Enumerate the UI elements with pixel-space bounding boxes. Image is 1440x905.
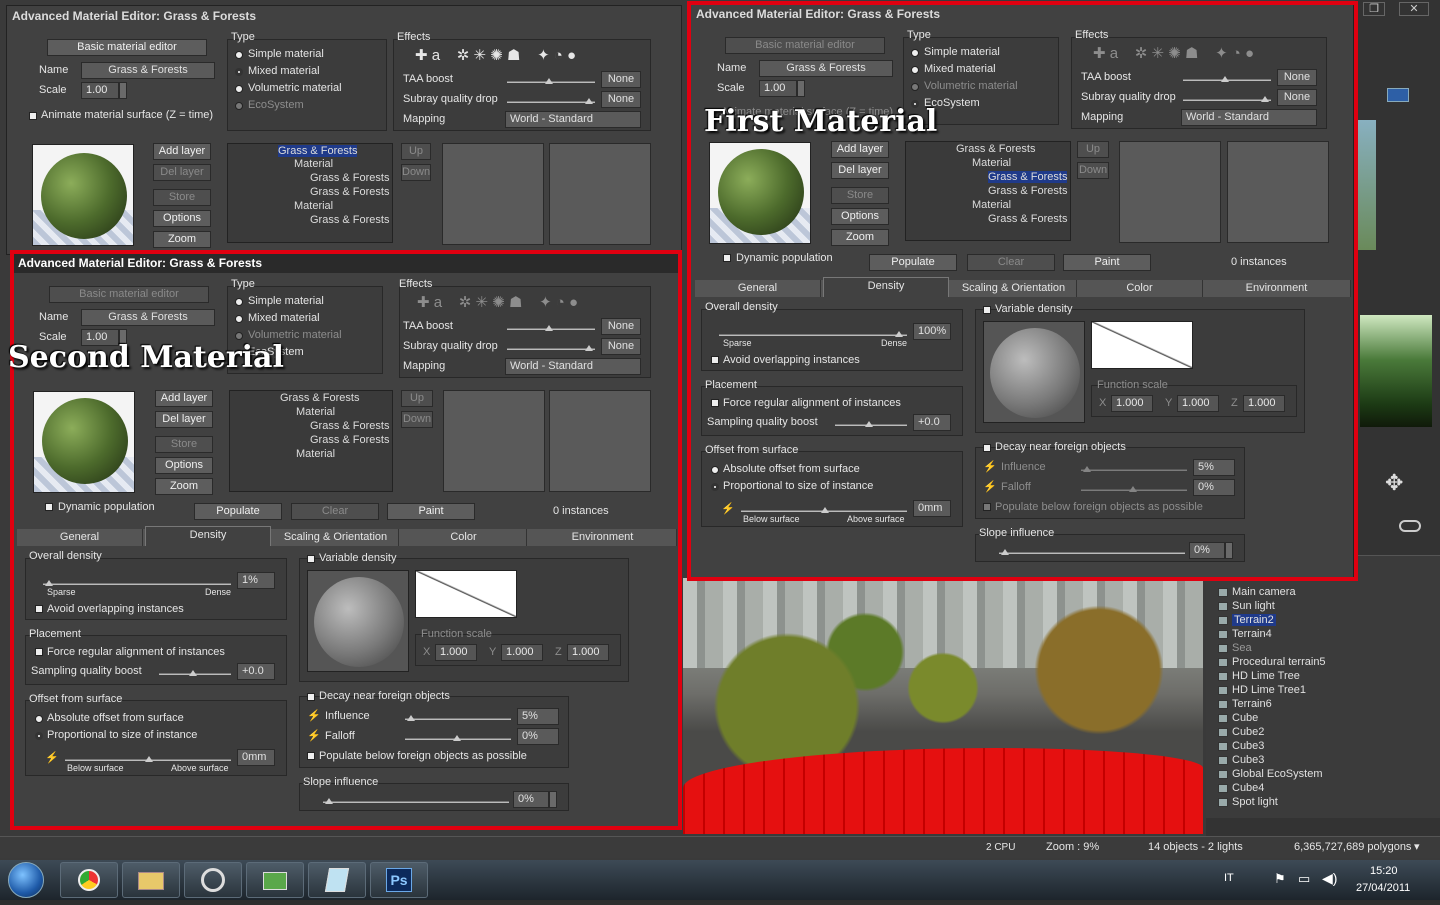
editor-window-back: Advanced Material Editor: Grass & Forest… — [6, 5, 682, 255]
link-icon[interactable] — [1399, 520, 1421, 532]
type-simple-label: Simple material — [248, 48, 324, 60]
type-volumetric-label: Volumetric material — [248, 82, 342, 94]
render-viewport[interactable] — [683, 578, 1203, 834]
flag-icon[interactable]: ⚑ — [1274, 871, 1286, 887]
zoom-label: Zoom : 9% — [1046, 841, 1100, 853]
right-panel: ❐ ✕ ✥ — [1355, 0, 1440, 560]
scene-item[interactable]: Sun light — [1218, 600, 1275, 612]
scene-item[interactable]: HD Lime Tree1 — [1218, 684, 1306, 696]
window-close-icon[interactable]: ✕ — [1399, 2, 1429, 16]
terrain-wireframe — [683, 748, 1203, 834]
zoom-button[interactable]: Zoom — [153, 231, 211, 248]
scene-item[interactable]: Cube — [1218, 712, 1258, 724]
chrome-icon[interactable] — [60, 862, 118, 898]
volume-icon[interactable]: ◀) — [1322, 870, 1337, 887]
basic-editor-button[interactable]: Basic material editor — [47, 39, 207, 56]
scene-item[interactable]: HD Lime Tree — [1218, 670, 1300, 682]
objects-label: 14 objects - 2 lights — [1148, 841, 1243, 853]
scene-item[interactable]: Cube3 — [1218, 740, 1264, 752]
object-list-toolbar — [1206, 818, 1440, 836]
scene-item[interactable]: Cube3 — [1218, 754, 1264, 766]
scene-item[interactable]: Cube4 — [1218, 782, 1264, 794]
type-title: Type — [231, 31, 255, 43]
status-bar: 2 CPU Zoom : 9% 14 objects - 2 lights 6,… — [0, 836, 1440, 858]
scale-label: Scale — [39, 84, 67, 96]
down-button[interactable]: Down — [401, 164, 431, 181]
type-ecosystem-radio[interactable] — [235, 102, 243, 110]
mapping-select[interactable]: World - Standard — [505, 111, 641, 128]
tree-item[interactable]: Material — [294, 200, 333, 212]
scene-item[interactable]: Terrain6 — [1218, 698, 1272, 710]
tree-item[interactable]: Grass & Forests — [278, 145, 358, 157]
tree-item[interactable]: Grass & Forests — [310, 172, 389, 184]
up-button[interactable]: Up — [401, 143, 431, 160]
network-icon[interactable] — [246, 862, 304, 898]
first-material-label: First Material — [704, 104, 938, 139]
highlight-frame-second — [10, 250, 682, 830]
options-button[interactable]: Options — [153, 210, 211, 227]
language-indicator[interactable]: IT — [1224, 872, 1234, 884]
layer-swatch-1 — [442, 143, 544, 245]
render-preview-small — [1358, 120, 1376, 250]
second-material-label: Second Material — [8, 340, 284, 375]
taa-slider[interactable] — [507, 78, 595, 84]
scene-item[interactable]: Main camera — [1218, 586, 1296, 598]
type-simple-radio[interactable] — [235, 51, 243, 59]
del-layer-button[interactable]: Del layer — [153, 164, 211, 181]
subray-slider[interactable] — [507, 98, 595, 104]
windows-start-icon[interactable] — [8, 862, 44, 898]
scene-item[interactable]: Spot light — [1218, 796, 1278, 808]
scene-item[interactable]: Global EcoSystem — [1218, 768, 1322, 780]
effects-title: Effects — [397, 31, 431, 43]
move-icon[interactable]: ✥ — [1385, 470, 1403, 496]
clock-date[interactable]: 27/04/2011 — [1356, 882, 1410, 894]
material-preview — [32, 144, 134, 246]
layer-swatch-2 — [549, 143, 651, 245]
tree-item[interactable]: Material — [294, 158, 333, 170]
subray-label: Subray quality drop — [403, 93, 498, 105]
scale-field[interactable]: 1.00 — [81, 82, 119, 99]
name-label: Name — [39, 64, 69, 76]
notepad-icon[interactable] — [308, 862, 366, 898]
subray-value[interactable]: None — [601, 91, 641, 108]
polygons-label: 6,365,727,689 polygons — [1294, 841, 1412, 853]
scene-item[interactable]: Terrain2 — [1218, 614, 1276, 626]
type-mixed-radio[interactable] — [235, 68, 243, 76]
scene-object-list: Main camera Sun light Terrain2 Terrain4 … — [1206, 555, 1440, 837]
store-button[interactable]: Store — [153, 189, 211, 206]
vue-icon[interactable] — [184, 862, 242, 898]
photoshop-icon[interactable]: Ps — [370, 862, 428, 898]
name-field[interactable]: Grass & Forests — [81, 62, 215, 79]
tree-item[interactable]: Grass & Forests — [310, 186, 389, 198]
scene-item[interactable]: Cube2 — [1218, 726, 1264, 738]
type-ecosystem-label: EcoSystem — [248, 99, 304, 111]
scene-item[interactable]: Procedural terrain5 — [1218, 656, 1326, 668]
tree-item[interactable]: Grass & Forests — [310, 214, 389, 226]
effects-icons[interactable]: ✚ a ✲ ✳ ✺ ☗ ✦ ◔ ● — [415, 46, 576, 64]
type-mixed-label: Mixed material — [248, 65, 320, 77]
explorer-icon[interactable] — [122, 862, 180, 898]
animate-label: Animate material surface (Z = time) — [41, 109, 214, 121]
cube-icon[interactable] — [1387, 88, 1409, 102]
scene-item[interactable]: Terrain4 — [1218, 628, 1272, 640]
taskbar: Ps IT ⚑ ▭ ◀) 15:20 27/04/2011 — [0, 860, 1440, 900]
add-layer-button[interactable]: Add layer — [153, 143, 211, 160]
monitor-icon[interactable]: ▭ — [1298, 871, 1310, 887]
type-volumetric-radio[interactable] — [235, 85, 243, 93]
mapping-label: Mapping — [403, 113, 446, 125]
highlight-frame-first — [687, 1, 1358, 581]
clock-time[interactable]: 15:20 — [1370, 865, 1398, 877]
taa-value[interactable]: None — [601, 71, 641, 88]
chevron-down-icon[interactable]: ▾ — [1414, 840, 1420, 853]
cpu-label: 2 CPU — [986, 842, 1016, 853]
window-restore-icon[interactable]: ❐ — [1363, 2, 1385, 16]
animate-checkbox[interactable] — [29, 112, 37, 120]
window-title: Advanced Material Editor: Grass & Forest… — [12, 9, 257, 23]
scale-spinner[interactable] — [119, 82, 127, 99]
scene-item[interactable]: Sea — [1218, 642, 1252, 654]
layer-tree[interactable]: Grass & Forests Material Grass & Forests… — [227, 143, 393, 243]
render-preview — [1360, 315, 1432, 427]
taa-label: TAA boost — [403, 73, 453, 85]
